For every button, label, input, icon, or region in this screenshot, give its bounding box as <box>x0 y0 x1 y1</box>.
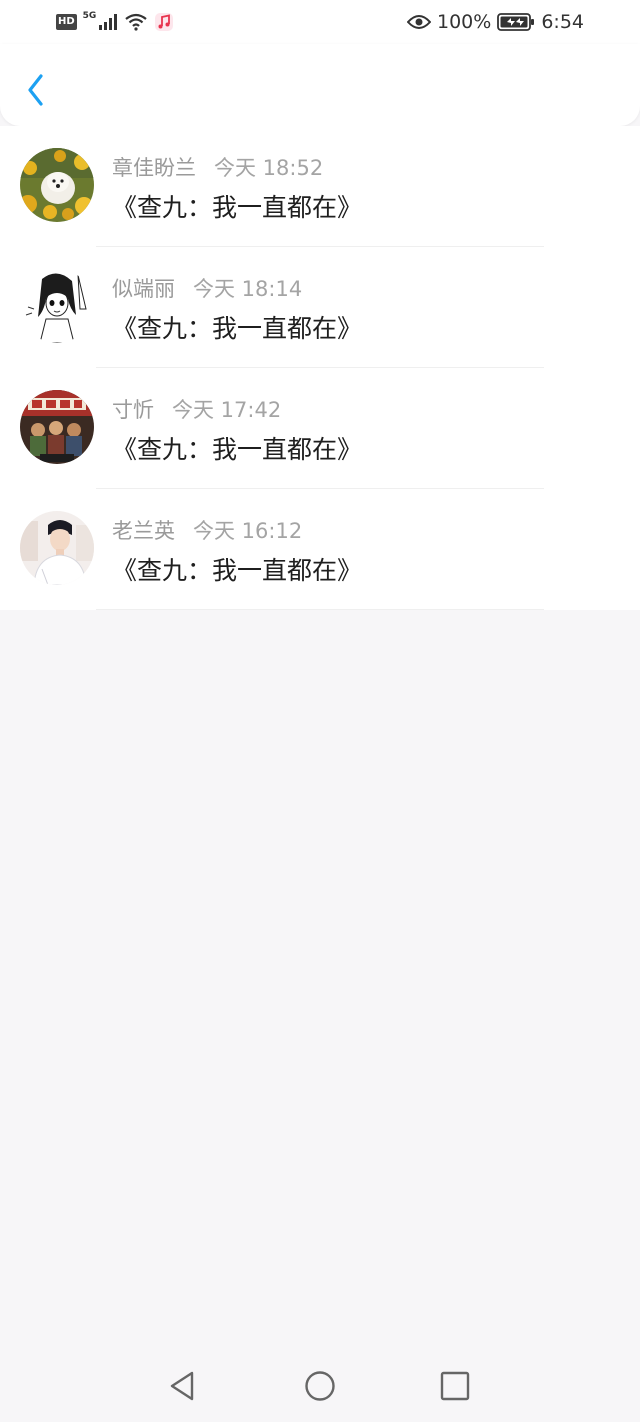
list-item[interactable]: 章佳盼兰 今天 18:52 《查九：我一直都在》 <box>0 126 640 247</box>
triangle-back-icon <box>170 1371 194 1401</box>
status-left-group: HD 5G <box>56 10 174 34</box>
avatar[interactable] <box>20 390 94 464</box>
top-app-bar <box>0 44 640 126</box>
list-item[interactable]: 寸忻 今天 17:42 《查九：我一直都在》 <box>0 368 640 489</box>
timestamp: 今天 18:52 <box>214 156 324 180</box>
avatar[interactable] <box>20 269 94 343</box>
nav-back-button[interactable] <box>164 1368 200 1404</box>
wifi-icon <box>125 13 148 31</box>
message-text[interactable]: 《查九：我一直都在》 <box>112 188 362 224</box>
user-name[interactable]: 寸忻 <box>112 398 154 422</box>
timestamp: 今天 16:12 <box>193 519 303 543</box>
battery-icon <box>497 13 535 31</box>
list-item[interactable]: 老兰英 今天 16:12 《查九：我一直都在》 <box>0 489 640 610</box>
message-text[interactable]: 《查九：我一直都在》 <box>112 551 362 587</box>
entry-meta: 似端丽 今天 18:14 <box>112 273 302 303</box>
divider <box>96 609 544 610</box>
movie-poster-avatar <box>20 390 94 464</box>
dog-sunflowers-avatar <box>20 148 94 222</box>
entry-meta: 老兰英 今天 16:12 <box>112 515 302 545</box>
music-note-icon <box>155 13 174 31</box>
list-item[interactable]: 似端丽 今天 18:14 《查九：我一直都在》 <box>0 247 640 368</box>
user-name[interactable]: 章佳盼兰 <box>112 156 196 180</box>
chevron-left-icon <box>28 74 43 106</box>
entry-meta: 章佳盼兰 今天 18:52 <box>112 152 323 182</box>
message-text[interactable]: 《查九：我一直都在》 <box>112 430 362 466</box>
back-button[interactable] <box>16 70 56 110</box>
network-type: 5G <box>82 11 97 21</box>
message-text[interactable]: 《查九：我一直都在》 <box>112 309 362 345</box>
young-man-avatar <box>20 511 94 585</box>
nav-recents-button[interactable] <box>437 1368 473 1404</box>
timestamp: 今天 18:14 <box>193 277 303 301</box>
eye-icon <box>407 15 431 29</box>
status-right-group: 100% 6:54 <box>407 10 584 34</box>
square-recents-icon <box>440 1371 470 1401</box>
avatar[interactable] <box>20 511 94 585</box>
nav-home-button[interactable] <box>302 1368 338 1404</box>
avatar[interactable] <box>20 148 94 222</box>
hd-badge: HD <box>56 14 77 30</box>
user-name[interactable]: 似端丽 <box>112 277 175 301</box>
circle-home-icon <box>305 1371 335 1401</box>
timestamp: 今天 17:42 <box>172 398 282 422</box>
system-nav-bar <box>0 1350 640 1422</box>
message-list: 章佳盼兰 今天 18:52 《查九：我一直都在》 似端丽 今天 18:14 《查九：… <box>0 126 640 610</box>
entry-meta: 寸忻 今天 17:42 <box>112 394 281 424</box>
user-name[interactable]: 老兰英 <box>112 519 175 543</box>
battery-percent: 100% <box>437 11 492 33</box>
manga-girl-avatar <box>20 269 94 343</box>
status-bar: HD 5G 100% 6:54 <box>0 0 640 44</box>
signal-icon <box>99 14 118 30</box>
clock: 6:54 <box>541 11 584 33</box>
